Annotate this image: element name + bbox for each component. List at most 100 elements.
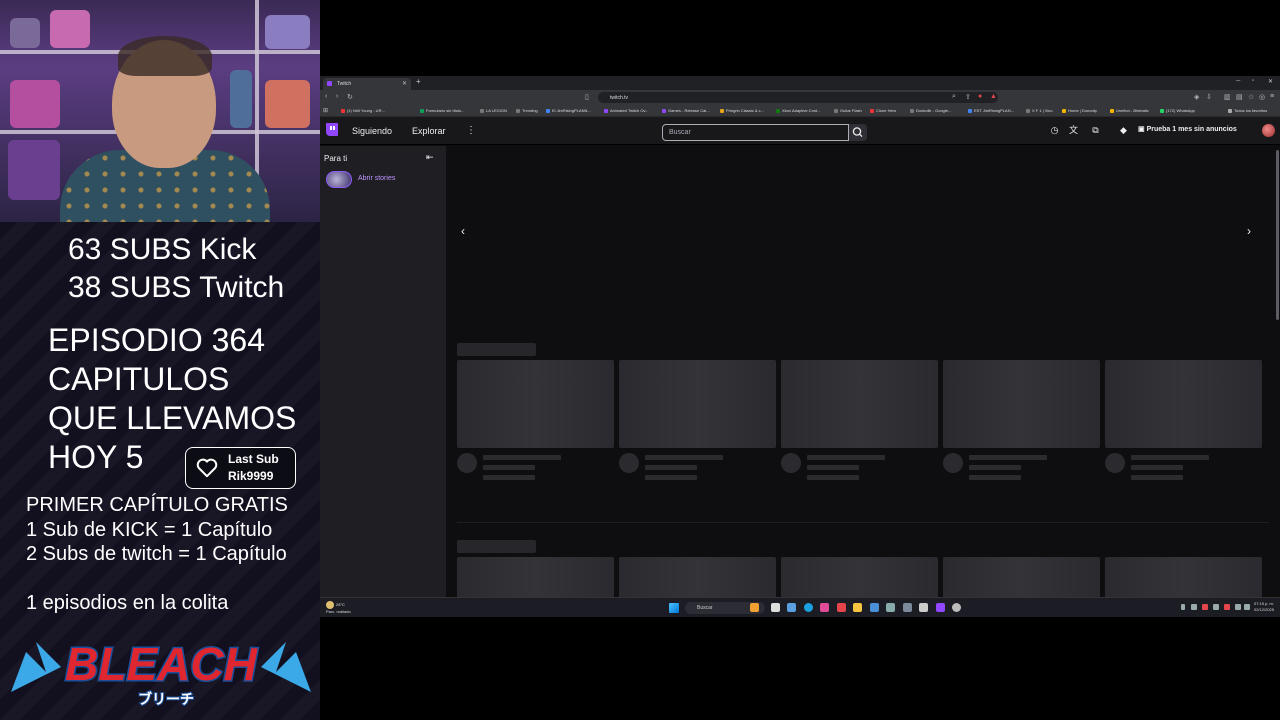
bookmark-item[interactable]: (1) Nhil Young - UR... <box>341 108 385 113</box>
brave-icon[interactable] <box>837 603 846 612</box>
maximize-icon[interactable]: ▫ <box>1252 78 1254 84</box>
carousel-next-icon[interactable]: › <box>1247 224 1251 238</box>
close-window-icon[interactable]: ✕ <box>1268 78 1273 85</box>
bookmark-item[interactable]: LA LEGION <box>480 108 507 113</box>
bookmark-icon[interactable]: ☆ <box>1248 93 1254 101</box>
bookmark-item[interactable]: Donkollir - Google... <box>910 108 951 113</box>
main-content: ‹ › <box>446 146 1280 617</box>
bookmark-item[interactable]: X F 1 | Xico <box>1026 108 1053 113</box>
search-icon <box>852 127 863 138</box>
volume-icon[interactable] <box>1244 604 1250 610</box>
extension-icon[interactable]: ● <box>978 93 982 100</box>
episode-line: HOY 5 <box>48 439 144 475</box>
twitch-favicon <box>327 81 332 86</box>
rule-line: PRIMER CAPÍTULO GRATIS <box>26 494 288 516</box>
skeleton-avatar <box>1105 453 1125 473</box>
taskbar-app-icon[interactable] <box>787 603 796 612</box>
tray-icon[interactable] <box>1224 604 1230 610</box>
tray-chevron-icon[interactable] <box>1181 604 1185 610</box>
nav-browse[interactable]: Explorar <box>412 126 446 136</box>
search-input[interactable]: Buscar <box>662 124 849 141</box>
user-avatar[interactable] <box>1262 124 1275 137</box>
address-bar[interactable]: twitch.tv <box>598 92 998 103</box>
close-tab-icon[interactable]: ✕ <box>402 80 407 87</box>
bookmark-item[interactable]: Games - Release Cal... <box>662 108 710 113</box>
bookmark-item[interactable]: Xbox Adaptive Cont... <box>776 108 820 113</box>
taskbar-app-icon[interactable] <box>886 603 895 612</box>
skeleton-avatar <box>781 453 801 473</box>
apps-icon[interactable]: ⊞ <box>323 107 328 114</box>
forward-icon[interactable]: › <box>336 93 338 100</box>
back-icon[interactable]: ‹ <box>325 93 327 100</box>
taskbar-app-icon[interactable] <box>820 603 829 612</box>
browser-tab[interactable]: Twitch ✕ <box>323 78 411 90</box>
downloads-icon[interactable]: ⇩ <box>1206 93 1212 101</box>
bookmark-item[interactable]: Guitar Flash <box>834 108 862 113</box>
page-info-icon[interactable]: ▯ <box>585 93 589 101</box>
twitch-taskbar-icon[interactable] <box>936 603 945 612</box>
taskbar-app-icon[interactable] <box>750 603 759 612</box>
bookmark-item[interactable]: Home | Donodip <box>1062 108 1097 113</box>
scrollbar[interactable] <box>1276 150 1279 320</box>
bits-icon[interactable]: ◆ <box>1118 125 1129 136</box>
inbox-icon[interactable]: ⧉ <box>1090 125 1101 136</box>
bookmark-item[interactable]: (172) WhatsApp <box>1160 108 1195 113</box>
nav-following[interactable]: Siguiendo <box>352 126 392 136</box>
carousel-prev-icon[interactable]: ‹ <box>461 224 465 238</box>
network-icon[interactable] <box>1235 604 1241 610</box>
zoom-icon[interactable]: ⌕ <box>952 93 956 101</box>
heart-icon <box>196 458 218 478</box>
translate-icon[interactable]: 文 <box>1068 125 1079 136</box>
collapse-sidebar-icon[interactable]: ⇤ <box>426 152 434 163</box>
windows-start-icon[interactable] <box>669 603 679 613</box>
extensions-icon[interactable]: ◈ <box>1194 93 1199 101</box>
tray-icon[interactable] <box>1191 604 1197 610</box>
menu-icon[interactable]: ≡ <box>1270 93 1274 100</box>
taskbar-app-icon[interactable] <box>870 603 879 612</box>
weather-widget[interactable]: 28°C Parc. nublado <box>326 601 351 614</box>
skeleton-line <box>969 465 1021 470</box>
extension-icon[interactable]: ▲ <box>990 93 997 100</box>
edge-icon[interactable] <box>804 603 813 612</box>
url-text: twitch.tv <box>610 95 629 101</box>
bookmark-item[interactable]: EST JimRisingPLAN... <box>968 108 1014 113</box>
windows-taskbar: 28°C Parc. nublado Buscar 07:15 p. m. 02… <box>320 597 1280 617</box>
stories-avatar[interactable] <box>326 171 352 188</box>
bookmark-item[interactable]: Clone Hero <box>870 108 896 113</box>
share-icon[interactable]: ⇪ <box>965 93 971 101</box>
system-clock[interactable]: 07:15 p. m. 02/12/2025 <box>1254 601 1274 613</box>
reload-icon[interactable]: ↻ <box>347 93 353 101</box>
bookmark-item[interactable]: Trending <box>516 108 538 113</box>
bookmark-item[interactable]: Formulario sin título... <box>420 108 464 113</box>
skeleton-card <box>619 360 776 448</box>
profile-icon[interactable]: ◎ <box>1259 93 1265 101</box>
skeleton-heading <box>457 343 536 356</box>
all-bookmarks[interactable]: Todos los favoritos <box>1228 108 1267 113</box>
prime-loot-icon[interactable]: ◷ <box>1049 125 1060 136</box>
twitch-logo-icon[interactable] <box>326 123 338 136</box>
bookmark-item[interactable]: Animated Twitch Ov... <box>604 108 649 113</box>
taskbar-app-icon[interactable] <box>919 603 928 612</box>
file-explorer-icon[interactable] <box>853 603 862 612</box>
minimize-icon[interactable]: ─ <box>1236 78 1240 84</box>
bookmark-item[interactable]: El JimRisingPLANN... <box>546 108 591 113</box>
bookmark-item[interactable]: Pringrin Classic & c... <box>720 108 764 113</box>
taskbar-app-icon[interactable] <box>952 603 961 612</box>
twitch-subs-count: 38 SUBS Twitch <box>68 271 285 304</box>
wallet-icon[interactable]: ▤ <box>1236 93 1243 101</box>
bookmark-item[interactable]: Uneflon - Bimbatic <box>1110 108 1149 113</box>
new-tab-icon[interactable]: + <box>416 77 421 86</box>
bleach-logo: BLEACH ブリーチ <box>11 637 311 709</box>
open-stories-link[interactable]: Abrir stories <box>358 175 395 182</box>
tray-icon[interactable] <box>1202 604 1208 610</box>
turbo-button[interactable]: ▣ Prueba 1 mes sin anuncios <box>1138 125 1237 133</box>
sidebar-toggle-icon[interactable]: ▥ <box>1224 93 1231 101</box>
stream-frame: 63 SUBS Kick 38 SUBS Twitch EPISODIO 364… <box>0 0 1280 720</box>
task-view-icon[interactable] <box>771 603 780 612</box>
taskbar-app-icon[interactable] <box>903 603 912 612</box>
rule-line: 1 Sub de KICK = 1 Capítulo <box>26 519 273 541</box>
tray-icon[interactable] <box>1213 604 1219 610</box>
more-options-icon[interactable]: ⋮ <box>466 125 476 136</box>
search-button[interactable] <box>849 124 867 141</box>
rule-line: 2 Subs de twitch = 1 Capítulo <box>26 543 287 565</box>
